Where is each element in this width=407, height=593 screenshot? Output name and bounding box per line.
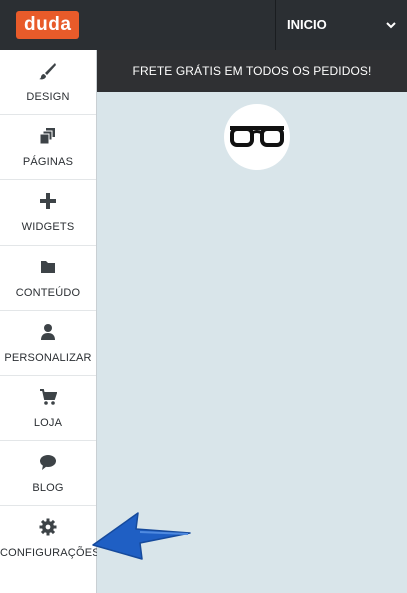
site-logo bbox=[224, 104, 290, 170]
sidebar-item-label: CONFIGURAÇÕES bbox=[0, 547, 100, 560]
page-selector-value: INICIO bbox=[287, 17, 327, 32]
top-bar: duda INICIO bbox=[0, 0, 407, 50]
chevron-down-icon bbox=[386, 22, 396, 29]
promo-banner: FRETE GRÁTIS EM TODOS OS PEDIDOS! bbox=[97, 50, 407, 92]
speech-bubble-icon bbox=[0, 453, 96, 471]
sidebar-item-label: CONTEÚDO bbox=[15, 286, 81, 299]
sidebar-item-label: PÁGINAS bbox=[22, 156, 74, 169]
cart-icon bbox=[0, 388, 96, 406]
sidebar-item-label: PERSONALIZAR bbox=[4, 351, 92, 364]
gear-icon bbox=[0, 518, 96, 536]
plus-icon bbox=[0, 192, 96, 210]
brush-icon bbox=[0, 62, 96, 80]
sidebar-item-label: WIDGETS bbox=[21, 221, 75, 234]
pages-icon bbox=[0, 127, 96, 145]
editor-sidebar: DESIGN PÁGINAS WIDGETS CONTEÚDO PERSONAL… bbox=[0, 50, 100, 593]
folder-icon bbox=[0, 258, 96, 276]
sidebar-item-widgets[interactable]: WIDGETS bbox=[0, 180, 96, 246]
sidebar-item-blog[interactable]: BLOG bbox=[0, 441, 96, 507]
sidebar-item-label: LOJA bbox=[33, 416, 63, 429]
sidebar-item-label: BLOG bbox=[32, 482, 64, 495]
user-icon bbox=[0, 323, 96, 341]
glasses-icon bbox=[230, 126, 284, 147]
pointer-arrow-annotation bbox=[92, 512, 191, 560]
sidebar-item-store[interactable]: LOJA bbox=[0, 376, 96, 442]
sidebar-item-design[interactable]: DESIGN bbox=[0, 50, 96, 116]
page-selector[interactable]: INICIO bbox=[275, 0, 407, 50]
sidebar-item-personalize[interactable]: PERSONALIZAR bbox=[0, 311, 96, 376]
sidebar-item-settings[interactable]: CONFIGURAÇÕES bbox=[0, 506, 100, 571]
sidebar-item-label: DESIGN bbox=[26, 91, 70, 103]
sidebar-item-content[interactable]: CONTEÚDO bbox=[0, 246, 96, 311]
duda-logo[interactable]: duda bbox=[16, 11, 80, 39]
sidebar-item-pages[interactable]: PÁGINAS bbox=[0, 115, 96, 181]
